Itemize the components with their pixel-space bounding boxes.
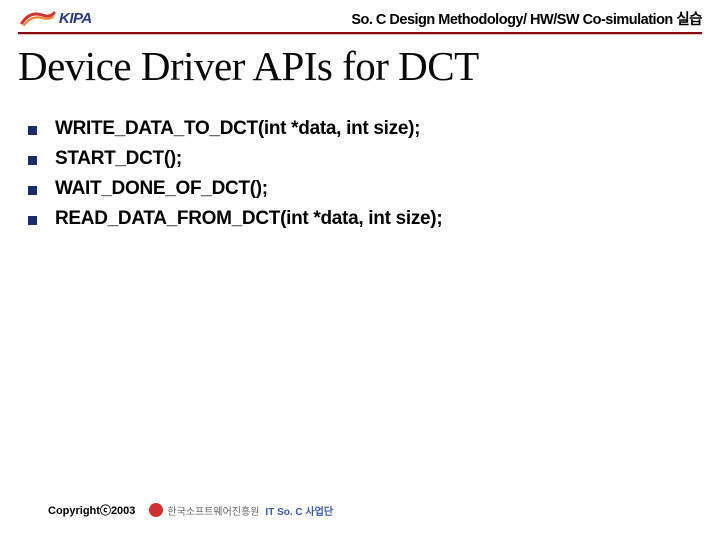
list-item-text: WAIT_DONE_OF_DCT(); bbox=[55, 178, 268, 200]
logo-brand-text: KIPA bbox=[59, 10, 92, 27]
list-item: START_DCT(); bbox=[28, 148, 720, 170]
breadcrumb: So. C Design Methodology/ HW/SW Co-simul… bbox=[351, 8, 702, 29]
copyright-text: Copyrightⓒ2003 bbox=[48, 502, 135, 518]
bullet-icon bbox=[28, 216, 37, 225]
footer-dot-icon bbox=[149, 503, 163, 517]
footer-org-suffix: IT So. C 사업단 bbox=[265, 503, 333, 518]
footer: Copyrightⓒ2003 한국소프트웨어진흥원 IT So. C 사업단 bbox=[48, 502, 333, 518]
page-title: Device Driver APIs for DCT bbox=[0, 34, 720, 90]
list-item-text: START_DCT(); bbox=[55, 148, 182, 170]
slide: KIPA So. C Design Methodology/ HW/SW Co-… bbox=[0, 0, 720, 540]
bullet-icon bbox=[28, 126, 37, 135]
bullet-icon bbox=[28, 156, 37, 165]
content: WRITE_DATA_TO_DCT(int *data, int size); … bbox=[0, 90, 720, 230]
list-item-text: WRITE_DATA_TO_DCT(int *data, int size); bbox=[55, 118, 420, 140]
list-item-text: READ_DATA_FROM_DCT(int *data, int size); bbox=[55, 208, 442, 230]
bullet-icon bbox=[28, 186, 37, 195]
logo: KIPA bbox=[20, 9, 92, 29]
list-item: READ_DATA_FROM_DCT(int *data, int size); bbox=[28, 208, 720, 230]
footer-org-korean: 한국소프트웨어진흥원 bbox=[167, 503, 259, 518]
footer-logo: 한국소프트웨어진흥원 IT So. C 사업단 bbox=[149, 503, 333, 518]
list-item: WAIT_DONE_OF_DCT(); bbox=[28, 178, 720, 200]
list-item: WRITE_DATA_TO_DCT(int *data, int size); bbox=[28, 118, 720, 140]
logo-swoosh-icon bbox=[20, 9, 56, 29]
header: KIPA So. C Design Methodology/ HW/SW Co-… bbox=[0, 0, 720, 29]
